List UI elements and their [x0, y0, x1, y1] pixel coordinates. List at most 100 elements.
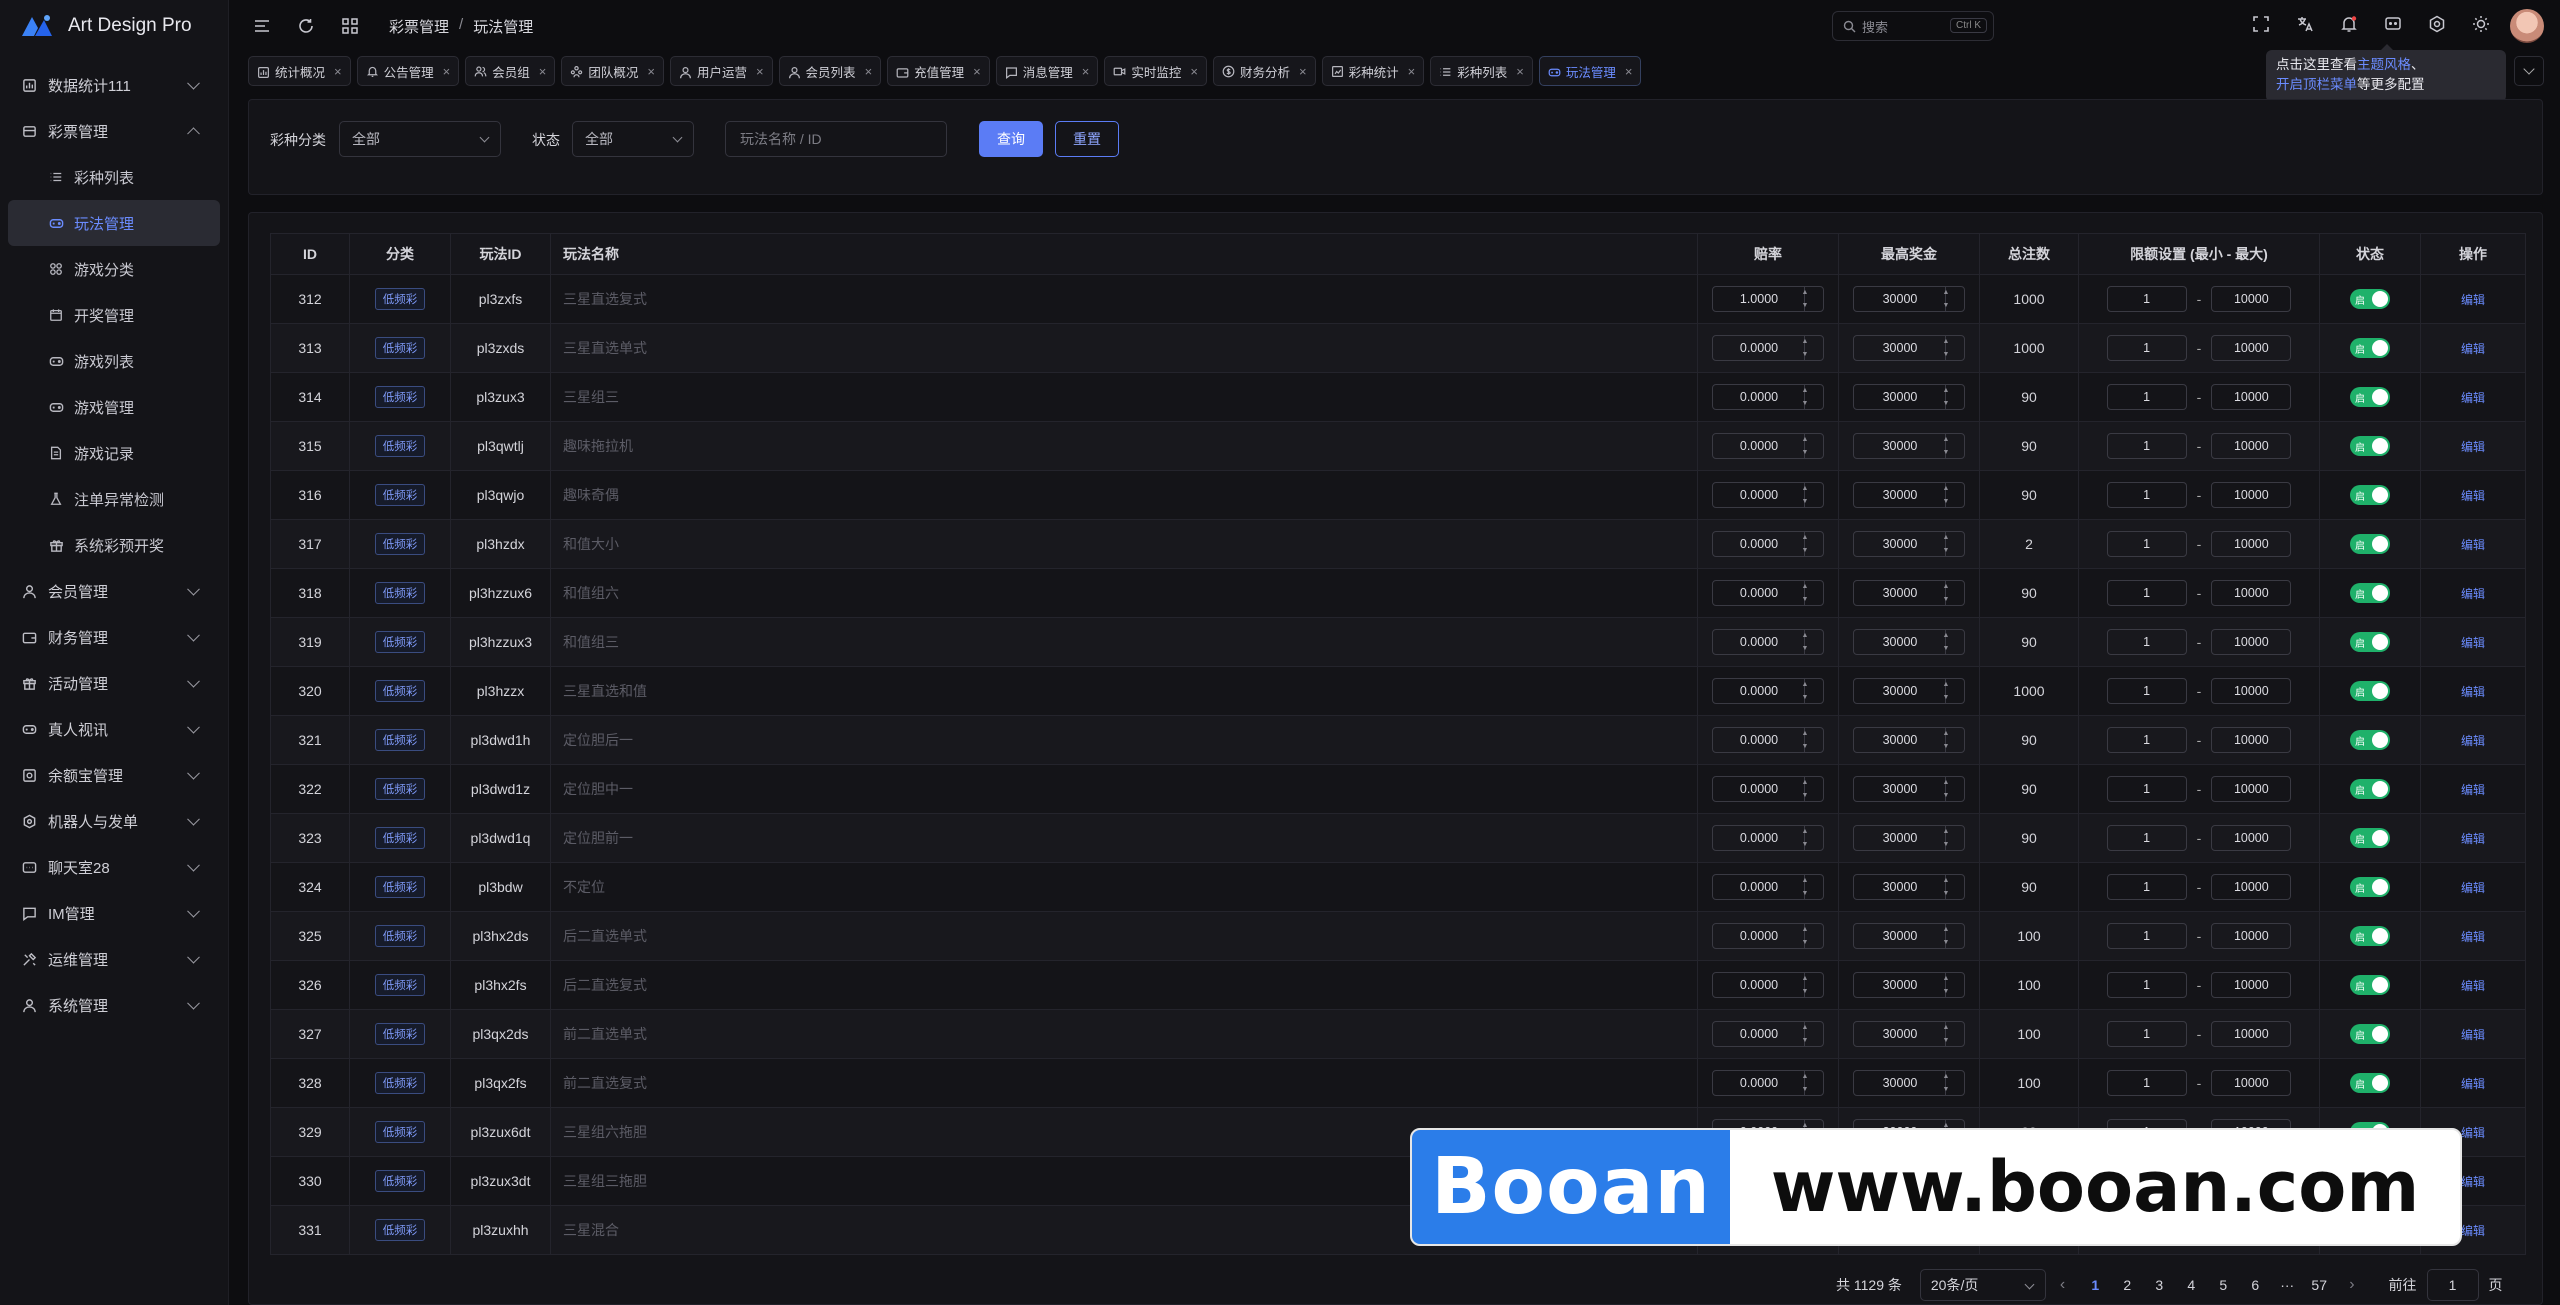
- edit-button[interactable]: 编辑: [2461, 538, 2485, 552]
- max-prize-input[interactable]: 30000▲▼: [1853, 384, 1965, 410]
- odds-input[interactable]: 0.0000▲▼: [1712, 531, 1824, 557]
- sidebar-item-5[interactable]: 真人视讯: [0, 706, 220, 752]
- tab-10[interactable]: 彩种统计 ×: [1321, 56, 1425, 86]
- limit-min-input[interactable]: 1: [2106, 482, 2187, 508]
- limit-max-input[interactable]: 10000: [2211, 580, 2292, 606]
- limit-max-input[interactable]: 10000: [2211, 972, 2292, 998]
- limit-min-input[interactable]: 1: [2106, 727, 2187, 753]
- limit-min-input[interactable]: 1: [2106, 335, 2187, 361]
- sidebar-item-0[interactable]: 数据统计111: [0, 62, 220, 108]
- chat-icon[interactable]: [2382, 13, 2404, 35]
- edit-button[interactable]: 编辑: [2461, 1224, 2485, 1238]
- max-prize-input[interactable]: 30000▲▼: [1853, 972, 1965, 998]
- limit-max-input[interactable]: 10000: [2211, 531, 2292, 557]
- limit-max-input[interactable]: 10000: [2211, 335, 2292, 361]
- limit-max-input[interactable]: 10000: [2211, 874, 2292, 900]
- edit-button[interactable]: 编辑: [2461, 636, 2485, 650]
- limit-min-input[interactable]: 1: [2106, 384, 2187, 410]
- next-page-icon[interactable]: ›: [2349, 1276, 2354, 1294]
- max-prize-input[interactable]: 30000▲▼: [1853, 923, 1965, 949]
- edit-button[interactable]: 编辑: [2461, 293, 2485, 307]
- page-2[interactable]: 2: [2111, 1277, 2143, 1293]
- status-toggle[interactable]: 启: [2350, 779, 2390, 799]
- limit-max-input[interactable]: 10000: [2211, 776, 2292, 802]
- tab-3[interactable]: 团队概况 ×: [561, 56, 664, 86]
- odds-input[interactable]: 0.0000▲▼: [1712, 384, 1824, 410]
- sidebar-subitem-4[interactable]: 游戏列表: [8, 338, 220, 384]
- odds-input[interactable]: 0.0000▲▼: [1712, 433, 1824, 459]
- brand[interactable]: Art Design Pro: [0, 0, 228, 52]
- page-5[interactable]: 5: [2207, 1277, 2239, 1293]
- reset-button[interactable]: 重置: [1055, 121, 1119, 157]
- sidebar-item-10[interactable]: 运维管理: [0, 936, 220, 982]
- sidebar-item-4[interactable]: 活动管理: [0, 660, 220, 706]
- odds-input[interactable]: 0.0000▲▼: [1712, 580, 1824, 606]
- limit-min-input[interactable]: 1: [2106, 286, 2187, 312]
- limit-max-input[interactable]: 10000: [2211, 678, 2292, 704]
- edit-button[interactable]: 编辑: [2461, 587, 2485, 601]
- odds-input[interactable]: 0.0000▲▼: [1712, 923, 1824, 949]
- max-prize-input[interactable]: 30000▲▼: [1853, 825, 1965, 851]
- max-prize-input[interactable]: 30000▲▼: [1853, 433, 1965, 459]
- limit-min-input[interactable]: 1: [2106, 776, 2187, 802]
- limit-max-input[interactable]: 10000: [2211, 727, 2292, 753]
- breadcrumb-item[interactable]: 彩票管理: [389, 16, 449, 37]
- close-icon[interactable]: ×: [647, 64, 655, 79]
- sidebar-item-6[interactable]: 余额宝管理: [0, 752, 220, 798]
- status-toggle[interactable]: 启: [2350, 730, 2390, 750]
- limit-min-input[interactable]: 1: [2106, 1070, 2187, 1096]
- limit-max-input[interactable]: 10000: [2211, 286, 2292, 312]
- edit-button[interactable]: 编辑: [2461, 1175, 2485, 1189]
- pagination-ellipsis[interactable]: ···: [2271, 1277, 2303, 1293]
- category-select[interactable]: 全部: [339, 121, 501, 157]
- max-prize-input[interactable]: 30000▲▼: [1853, 678, 1965, 704]
- user-avatar[interactable]: [2510, 9, 2544, 43]
- max-prize-input[interactable]: 30000▲▼: [1853, 482, 1965, 508]
- edit-button[interactable]: 编辑: [2461, 489, 2485, 503]
- status-toggle[interactable]: 启: [2350, 534, 2390, 554]
- sidebar-item-11[interactable]: 系统管理: [0, 982, 220, 1028]
- tab-4[interactable]: 用户运营 ×: [669, 56, 773, 86]
- page-size-select[interactable]: 20条/页: [1919, 1269, 2046, 1301]
- odds-input[interactable]: 0.0000▲▼: [1712, 776, 1824, 802]
- odds-input[interactable]: 0.0000▲▼: [1712, 825, 1824, 851]
- query-button[interactable]: 查询: [979, 121, 1043, 157]
- odds-input[interactable]: 0.0000▲▼: [1712, 482, 1824, 508]
- max-prize-input[interactable]: 30000▲▼: [1853, 727, 1965, 753]
- close-icon[interactable]: ×: [1516, 64, 1524, 79]
- grid-icon[interactable]: [339, 15, 361, 37]
- page-1[interactable]: 1: [2079, 1277, 2111, 1293]
- max-prize-input[interactable]: 30000▲▼: [1853, 776, 1965, 802]
- sidebar-subitem-3[interactable]: 开奖管理: [8, 292, 220, 338]
- sidebar-item-1[interactable]: 彩票管理: [0, 108, 220, 154]
- edit-button[interactable]: 编辑: [2461, 734, 2485, 748]
- limit-min-input[interactable]: 1: [2106, 580, 2187, 606]
- sidebar-subitem-1[interactable]: 玩法管理: [8, 200, 220, 246]
- max-prize-input[interactable]: 30000▲▼: [1853, 580, 1965, 606]
- status-toggle[interactable]: 启: [2350, 828, 2390, 848]
- edit-button[interactable]: 编辑: [2461, 685, 2485, 699]
- limit-min-input[interactable]: 1: [2106, 433, 2187, 459]
- limit-min-input[interactable]: 1: [2106, 972, 2187, 998]
- limit-min-input[interactable]: 1: [2106, 1021, 2187, 1047]
- status-toggle[interactable]: 启: [2350, 583, 2390, 603]
- edit-button[interactable]: 编辑: [2461, 1077, 2485, 1091]
- tabs-more-button[interactable]: [2514, 56, 2544, 86]
- fullscreen-icon[interactable]: [2250, 13, 2272, 35]
- edit-button[interactable]: 编辑: [2461, 342, 2485, 356]
- menu-toggle-icon[interactable]: [251, 15, 273, 37]
- close-icon[interactable]: ×: [1299, 64, 1307, 79]
- edit-button[interactable]: 编辑: [2461, 832, 2485, 846]
- max-prize-input[interactable]: 30000▲▼: [1853, 335, 1965, 361]
- limit-max-input[interactable]: 10000: [2211, 1070, 2292, 1096]
- edit-button[interactable]: 编辑: [2461, 1126, 2485, 1140]
- limit-max-input[interactable]: 10000: [2211, 1021, 2292, 1047]
- edit-button[interactable]: 编辑: [2461, 440, 2485, 454]
- close-icon[interactable]: ×: [865, 64, 873, 79]
- tab-11[interactable]: 彩种列表 ×: [1430, 56, 1533, 86]
- close-icon[interactable]: ×: [973, 64, 981, 79]
- edit-button[interactable]: 编辑: [2461, 881, 2485, 895]
- status-toggle[interactable]: 启: [2350, 975, 2390, 995]
- status-toggle[interactable]: 启: [2350, 632, 2390, 652]
- close-icon[interactable]: ×: [334, 64, 342, 79]
